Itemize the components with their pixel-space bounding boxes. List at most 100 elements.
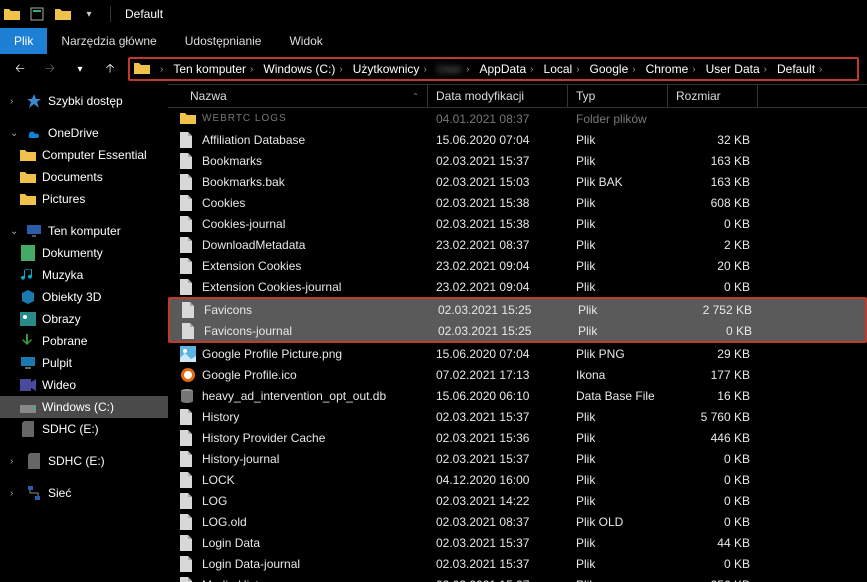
table-row[interactable]: Media History02.03.2021 15:37Plik256 KB: [168, 574, 867, 582]
breadcrumb-c-drive[interactable]: Windows (C:)›: [259, 62, 346, 76]
column-type[interactable]: Typ: [568, 85, 668, 107]
table-row[interactable]: Google Profile.ico07.02.2021 17:13Ikona1…: [168, 364, 867, 385]
file-name: heavy_ad_intervention_opt_out.db: [202, 389, 386, 403]
chevron-down-icon[interactable]: ⌄: [10, 128, 20, 139]
table-row[interactable]: LOCK04.12.2020 16:00Plik0 KB: [168, 469, 867, 490]
sidebar-item-ten-komputer[interactable]: ⌄Ten komputer: [0, 220, 168, 242]
file-type: Plik: [570, 303, 670, 317]
table-row[interactable]: Extension Cookies-journal23.02.2021 09:0…: [168, 276, 867, 297]
table-row[interactable]: Extension Cookies23.02.2021 09:04Plik20 …: [168, 255, 867, 276]
qat-properties-icon[interactable]: [26, 3, 48, 25]
file-type: Plik: [568, 494, 668, 508]
file-size: 20 KB: [668, 259, 758, 273]
file-date: 02.03.2021 08:37: [428, 515, 568, 529]
file-type: Plik: [568, 473, 668, 487]
column-date[interactable]: Data modyfikacji: [428, 85, 568, 107]
sidebar-item-onedrive[interactable]: ⌄OneDrive: [0, 122, 168, 144]
column-header: Nazwa⌃ Data modyfikacji Typ Rozmiar: [168, 84, 867, 108]
nav-recent-icon[interactable]: ▾: [68, 64, 92, 75]
breadcrumb[interactable]: › Ten komputer›Windows (C:)›Użytkownicy›…: [128, 57, 859, 81]
table-row[interactable]: Favicons02.03.2021 15:25Plik2 752 KB: [170, 299, 865, 320]
file-name: LOCK: [202, 473, 235, 487]
nav-forward-icon[interactable]: 🡢: [38, 59, 62, 80]
table-row[interactable]: Favicons-journal02.03.2021 15:25Plik0 KB: [170, 320, 865, 341]
breadcrumb-user[interactable]: User›: [433, 62, 474, 76]
table-row[interactable]: Login Data02.03.2021 15:37Plik44 KB: [168, 532, 867, 553]
table-row[interactable]: DownloadMetadata23.02.2021 08:37Plik2 KB: [168, 234, 867, 255]
nav-back-icon[interactable]: 🡠: [8, 59, 32, 80]
sidebar-item-dokumenty[interactable]: Dokumenty: [0, 242, 168, 264]
tab-share[interactable]: Udostępnianie: [171, 28, 276, 54]
column-name[interactable]: Nazwa⌃: [168, 85, 428, 107]
table-row[interactable]: Bookmarks.bak02.03.2021 15:03Plik BAK163…: [168, 171, 867, 192]
table-row[interactable]: LOG02.03.2021 14:22Plik0 KB: [168, 490, 867, 511]
navigation-pane[interactable]: ›Szybki dostęp ⌄OneDriveComputer Essentia…: [0, 84, 168, 582]
table-row[interactable]: LOG.old02.03.2021 08:37Plik OLD0 KB: [168, 511, 867, 532]
table-row[interactable]: Google Profile Picture.png15.06.2020 07:…: [168, 343, 867, 364]
table-row[interactable]: Bookmarks02.03.2021 15:37Plik163 KB: [168, 150, 867, 171]
table-row[interactable]: Affiliation Database15.06.2020 07:04Plik…: [168, 129, 867, 150]
chevron-right-icon[interactable]: ›: [10, 456, 20, 467]
address-bar: 🡠 🡢 ▾ 🡡 › Ten komputer›Windows (C:)›Użyt…: [0, 54, 867, 84]
sidebar-item-windows-c-[interactable]: Windows (C:): [0, 396, 168, 418]
file-icon: [180, 153, 196, 169]
sdhc-icon: [20, 421, 36, 437]
column-size[interactable]: Rozmiar: [668, 85, 758, 107]
file-date: 02.03.2021 15:38: [428, 196, 568, 210]
file-icon: [180, 430, 196, 446]
sidebar-item-sie-[interactable]: ›Sieć: [0, 482, 168, 504]
file-icon: [180, 451, 196, 467]
chevron-down-icon[interactable]: ⌄: [10, 226, 20, 237]
chevron-right-icon[interactable]: ›: [10, 96, 20, 107]
table-row[interactable]: Login Data-journal02.03.2021 15:37Plik0 …: [168, 553, 867, 574]
file-list[interactable]: WebRTC Logs 04.01.2021 08:37 Folder plik…: [168, 108, 867, 582]
breadcrumb-chrome[interactable]: Chrome›: [642, 62, 700, 76]
breadcrumb-local[interactable]: Local›: [540, 62, 584, 76]
file-date: 02.03.2021 15:37: [428, 557, 568, 571]
sidebar-item-wideo[interactable]: Wideo: [0, 374, 168, 396]
table-row[interactable]: History-journal02.03.2021 15:37Plik0 KB: [168, 448, 867, 469]
nav-up-icon[interactable]: 🡡: [98, 59, 122, 80]
table-row[interactable]: Cookies-journal02.03.2021 15:38Plik0 KB: [168, 213, 867, 234]
tab-view[interactable]: Widok: [275, 28, 336, 54]
folder-icon: [20, 191, 36, 207]
file-icon: [180, 258, 196, 274]
chevron-right-icon[interactable]: ›: [10, 488, 20, 499]
breadcrumb-default[interactable]: Default›: [773, 62, 826, 76]
file-icon: [180, 237, 196, 253]
table-row[interactable]: History02.03.2021 15:37Plik5 760 KB: [168, 406, 867, 427]
sidebar-item-obiekty-3d[interactable]: Obiekty 3D: [0, 286, 168, 308]
quick-access-toolbar: ▾: [26, 3, 100, 25]
breadcrumb-users[interactable]: Użytkownicy›: [349, 62, 431, 76]
sidebar-item-pictures[interactable]: Pictures: [0, 188, 168, 210]
table-row[interactable]: heavy_ad_intervention_opt_out.db15.06.20…: [168, 385, 867, 406]
sidebar-item-obrazy[interactable]: Obrazy: [0, 308, 168, 330]
table-row[interactable]: History Provider Cache02.03.2021 15:36Pl…: [168, 427, 867, 448]
breadcrumb-userdata[interactable]: User Data›: [702, 62, 771, 76]
file-date: 23.02.2021 09:04: [428, 259, 568, 273]
tab-home[interactable]: Narzędzia główne: [47, 28, 170, 54]
breadcrumb-appdata[interactable]: AppData›: [475, 62, 537, 76]
sidebar-item-computer-essential[interactable]: Computer Essential: [0, 144, 168, 166]
qat-dropdown-icon[interactable]: ▾: [78, 3, 100, 25]
file-icon: [180, 577, 196, 582]
file-name: Login Data-journal: [202, 557, 300, 571]
table-row[interactable]: WebRTC Logs 04.01.2021 08:37 Folder plik…: [168, 108, 867, 129]
file-type: Data Base File: [568, 389, 668, 403]
file-type: Plik: [568, 259, 668, 273]
tab-file[interactable]: Plik: [0, 28, 47, 54]
sidebar-item-szybki-dost-p[interactable]: ›Szybki dostęp: [0, 90, 168, 112]
table-row[interactable]: Cookies02.03.2021 15:38Plik608 KB: [168, 192, 867, 213]
sidebar-item-documents[interactable]: Documents: [0, 166, 168, 188]
sidebar-item-sdhc-e-[interactable]: SDHC (E:): [0, 418, 168, 440]
sidebar-item-sdhc-e-[interactable]: ›SDHC (E:): [0, 450, 168, 472]
sidebar-item-pulpit[interactable]: Pulpit: [0, 352, 168, 374]
sidebar-item-muzyka[interactable]: Muzyka: [0, 264, 168, 286]
sidebar-item-pobrane[interactable]: Pobrane: [0, 330, 168, 352]
breadcrumb-google[interactable]: Google›: [586, 62, 640, 76]
breadcrumb-root-chevron[interactable]: ›: [156, 64, 167, 75]
file-name: LOG: [202, 494, 227, 508]
file-name: History Provider Cache: [202, 431, 325, 445]
breadcrumb-this-pc[interactable]: Ten komputer›: [169, 62, 257, 76]
qat-newfolder-icon[interactable]: [52, 3, 74, 25]
